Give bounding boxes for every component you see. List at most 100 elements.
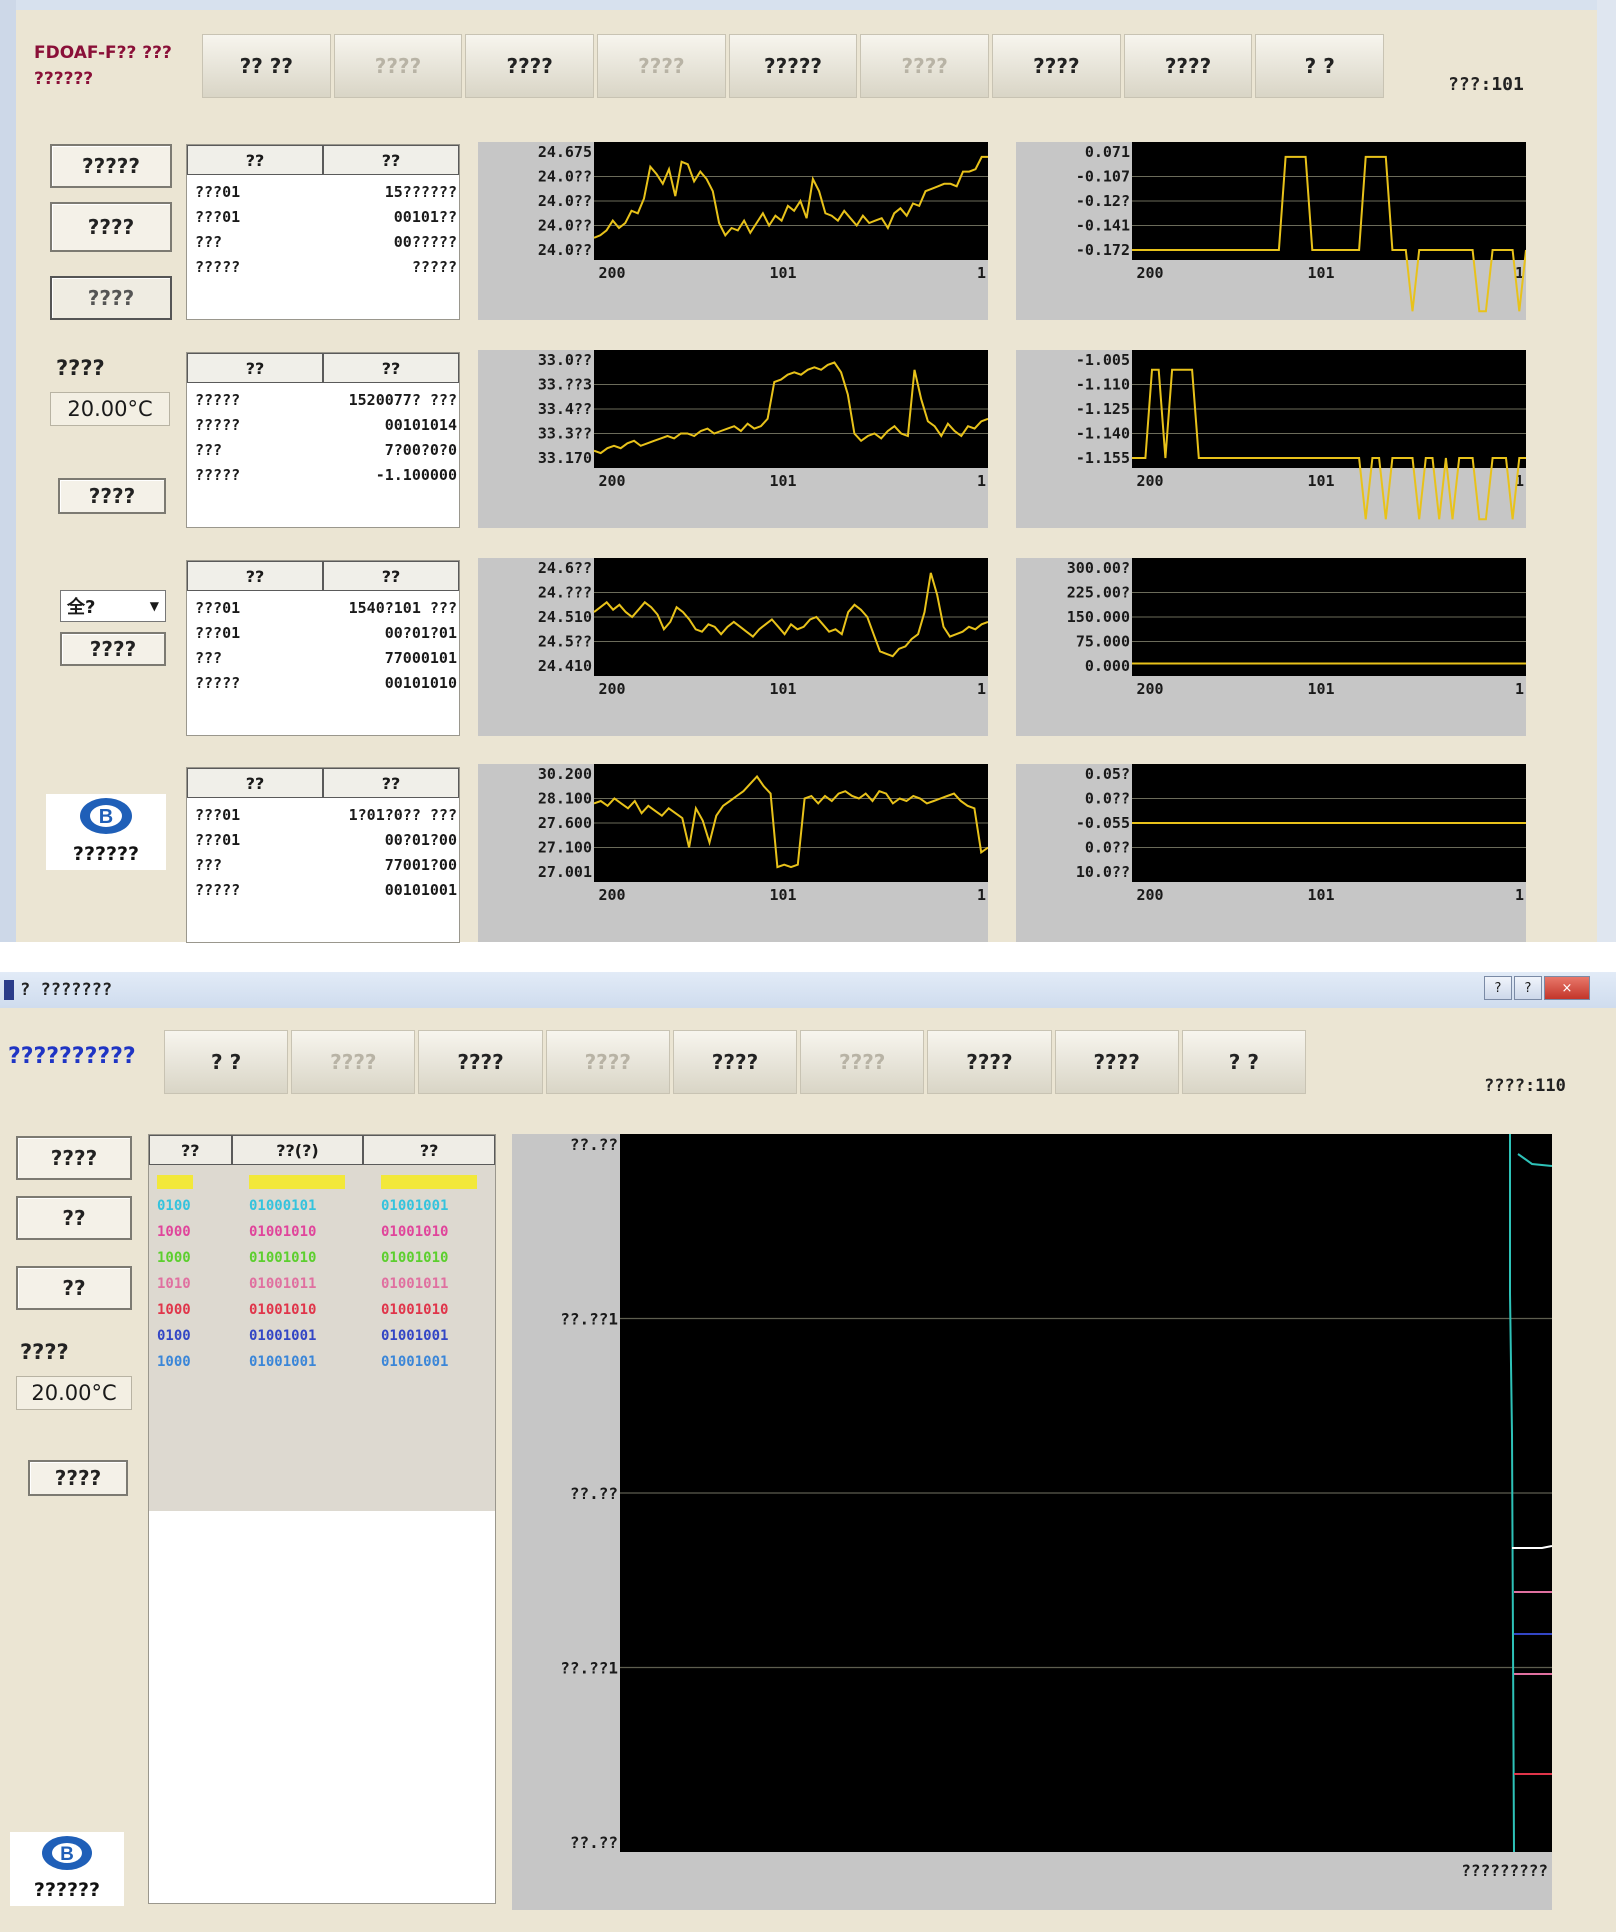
info-field-name: ?????: [195, 466, 241, 484]
x-tick-label: 1: [977, 886, 986, 904]
info-table-header: ????: [187, 145, 459, 175]
bottom-tab-5[interactable]: ????: [672, 1030, 798, 1094]
y-tick-label: -1.125: [1076, 400, 1130, 418]
legend-cell-1: 1000: [157, 1302, 191, 1318]
info-field-value: 00?????: [393, 233, 457, 251]
info-field-name: ???01: [195, 599, 241, 617]
info-table-header-col1: ??: [187, 353, 323, 383]
legend-row[interactable]: 1000 01001010 01001010: [149, 1221, 495, 1247]
trend-chart-row3-left: 24.6?? 24.??? 24.510 24.5?? 24.410 200 101 1: [478, 558, 988, 736]
x-tick-label: 200: [1136, 264, 1163, 282]
maximize-button[interactable]: ?: [1514, 976, 1542, 1000]
legend-row[interactable]: [149, 1169, 495, 1195]
bottom-tab-3[interactable]: ????: [418, 1030, 543, 1094]
x-tick-label: 1: [977, 264, 986, 282]
y-tick-label: 24.0??: [538, 217, 592, 235]
y-tick-label: 24.0??: [538, 168, 592, 186]
info-table-header-col2: ??: [323, 353, 459, 383]
top-tab-7[interactable]: ????: [992, 34, 1121, 98]
minimize-button[interactable]: ?: [1484, 976, 1512, 1000]
app-title-line2: ??????: [34, 69, 94, 89]
top-tab-1[interactable]: ?? ??: [202, 34, 331, 98]
info-field-name: ???01: [195, 624, 241, 642]
info-field-name: ???01: [195, 183, 241, 201]
top-tab-9[interactable]: ? ?: [1255, 34, 1385, 98]
top-tab-2[interactable]: ????: [333, 34, 463, 98]
big-y-tick-label: ??.??1: [560, 1659, 618, 1678]
bottom-tab-2[interactable]: ????: [291, 1030, 416, 1094]
x-tick-label: 101: [1307, 264, 1334, 282]
trend-chart-svg: 0.05? 0.0?? -0.055 0.0?? 10.0?? 200 101 1: [1076, 764, 1526, 904]
bottom-sidebar-button-4[interactable]: ????: [28, 1460, 128, 1496]
y-tick-label: 0.071: [1085, 143, 1130, 161]
top-tab-4[interactable]: ????: [597, 34, 726, 98]
top-tab-3[interactable]: ????: [465, 34, 595, 98]
legend-row[interactable]: 1010 01001011 01001011: [149, 1273, 495, 1299]
legend-cell-2: 01001001: [249, 1328, 317, 1344]
info-field-name: ???: [195, 856, 223, 874]
legend-cell-3: 01001010: [381, 1302, 449, 1318]
legend-cell-2: 01001011: [249, 1276, 317, 1292]
window-title-bar: ? ??????? ? ? ×: [0, 972, 1616, 1008]
logo-text: ??????: [72, 843, 140, 865]
y-tick-label: 33.170: [538, 449, 592, 467]
y-tick-label: -0.107: [1076, 168, 1130, 186]
y-tick-label: 0.0??: [1085, 839, 1130, 857]
logo-emblem-icon: B: [80, 798, 132, 834]
sidebar-button-5[interactable]: ????: [60, 632, 166, 666]
legend-row[interactable]: 0100 01000101 01001001: [149, 1195, 495, 1221]
big-y-tick-label: ??.??1: [560, 1310, 618, 1329]
top-tab-8[interactable]: ????: [1123, 34, 1253, 98]
temperature-label: ????: [56, 356, 105, 380]
info-table-header-col1: ??: [187, 768, 323, 798]
x-tick-label: 101: [769, 472, 796, 490]
info-field-value: -1.100000: [375, 466, 457, 484]
bottom-tab-1[interactable]: ? ?: [164, 1030, 289, 1094]
bottom-tab-6[interactable]: ????: [800, 1030, 925, 1094]
info-table-row: ????? 1520077? ???: [195, 391, 457, 416]
info-table-row: ???01 1540?101 ???: [195, 599, 457, 624]
x-tick-label: 1: [977, 680, 986, 698]
sidebar-button-2[interactable]: ????: [50, 202, 172, 252]
info-table-row: ???01 00?01?00: [195, 831, 457, 856]
top-tab-5[interactable]: ?????: [728, 34, 858, 98]
legend-row[interactable]: 1000 01001010 01001010: [149, 1299, 495, 1325]
company-logo: B ??????: [46, 794, 166, 870]
trend-chart-row1-left: 24.675 24.0?? 24.0?? 24.0?? 24.0?? 200 101 1: [478, 142, 988, 320]
legend-row[interactable]: 1000 01001001 01001001: [149, 1351, 495, 1377]
top-tab-6[interactable]: ????: [860, 34, 990, 98]
info-table-header-col2: ??: [323, 561, 459, 591]
bottom-tab-8[interactable]: ????: [1054, 1030, 1179, 1094]
bottom-sidebar-button-1[interactable]: ????: [16, 1136, 132, 1180]
y-tick-label: 0.05?: [1085, 765, 1130, 783]
dropdown-value: 全?: [67, 597, 96, 618]
trend-chart-svg: 33.0?? 33.??3 33.4?? 33.3?? 33.170 200 101 1: [538, 350, 988, 490]
bottom-sidebar-button-2[interactable]: ??: [16, 1196, 132, 1240]
bottom-tab-9[interactable]: ? ?: [1181, 1030, 1306, 1094]
y-tick-label: 33.3??: [538, 425, 592, 443]
bottom-sidebar-button-3[interactable]: ??: [16, 1266, 132, 1310]
info-field-name: ???01: [195, 831, 241, 849]
bottom-tab-4[interactable]: ????: [545, 1030, 670, 1094]
legend-cell-3: 01001011: [381, 1276, 449, 1292]
info-field-value: 00101010: [384, 674, 457, 692]
clock-readout: ???:101: [1448, 74, 1524, 95]
info-table-row: ??? 00?????: [195, 233, 457, 258]
mode-dropdown[interactable]: 全? ▼: [60, 590, 166, 622]
bottom-tab-7[interactable]: ????: [927, 1030, 1052, 1094]
y-tick-label: 28.100: [538, 790, 592, 808]
close-button[interactable]: ×: [1544, 976, 1590, 1000]
sidebar-button-4[interactable]: ????: [58, 478, 166, 514]
y-tick-label: -1.110: [1076, 376, 1130, 394]
sidebar-button-1[interactable]: ?????: [50, 144, 172, 188]
legend-header: ?? ??(?) ??: [149, 1135, 496, 1165]
info-table-row: ????? 00101001: [195, 881, 457, 906]
legend-cell-2: 01001010: [249, 1250, 317, 1266]
sidebar-button-3[interactable]: ????: [50, 276, 172, 320]
bottom-menu-bar: ? ?????????????????????????????? ?: [164, 1030, 1306, 1094]
legend-row[interactable]: 0100 01001001 01001001: [149, 1325, 495, 1351]
legend-row[interactable]: 1000 01001010 01001010: [149, 1247, 495, 1273]
big-y-tick-label: ??.??: [570, 1833, 618, 1852]
legend-header-col2: ??(?): [231, 1135, 364, 1165]
info-table-row: ??? 7?00?0?0: [195, 441, 457, 466]
